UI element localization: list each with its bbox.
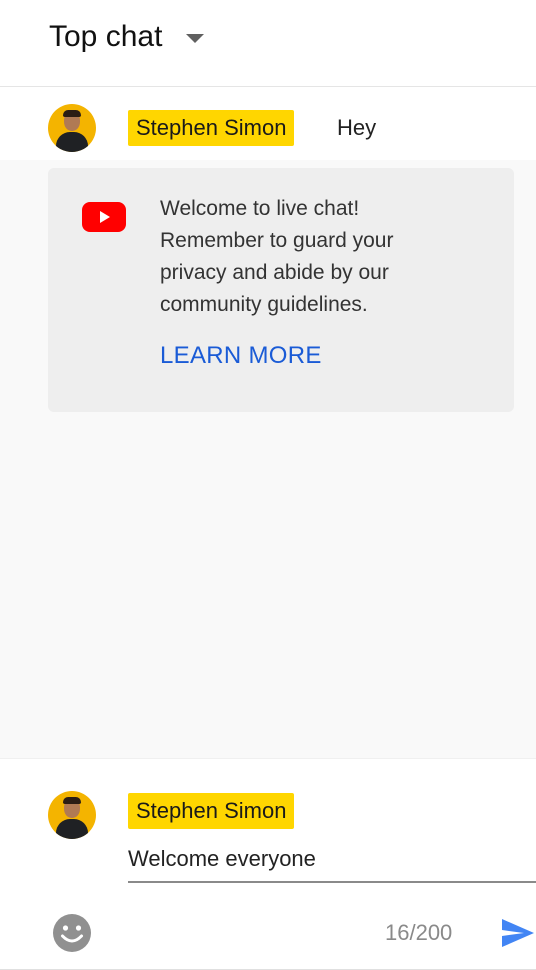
chat-input-value[interactable]: Welcome everyone <box>128 843 316 875</box>
youtube-icon <box>82 202 126 232</box>
character-counter: 16/200 <box>385 920 453 945</box>
chat-message: Stephen Simon Hey <box>0 90 536 158</box>
avatar-hair <box>63 797 81 804</box>
welcome-banner: Welcome to live chat! Remember to guard … <box>48 168 514 412</box>
chat-input[interactable]: Welcome everyone <box>128 843 536 883</box>
send-icon[interactable] <box>500 915 536 951</box>
caret-down-icon[interactable] <box>186 34 204 43</box>
avatar-body <box>56 819 88 839</box>
learn-more-link[interactable]: LEARN MORE <box>160 340 322 372</box>
chat-header: Top chat <box>0 0 536 87</box>
chat-mode-selector[interactable]: Top chat <box>49 20 162 54</box>
author-avatar[interactable] <box>48 104 96 152</box>
composer-avatar <box>48 791 96 839</box>
author-name[interactable]: Stephen Simon <box>128 110 295 146</box>
welcome-message: Welcome to live chat! Remember to guard … <box>160 197 394 316</box>
message-composer: Stephen Simon Welcome everyone 16/200 <box>0 758 536 970</box>
live-chat-panel: Top chat Stephen Simon Hey Welcome to li… <box>0 0 536 970</box>
chat-messages-area[interactable]: Welcome to live chat! Remember to guard … <box>0 160 536 758</box>
emoji-icon[interactable] <box>52 913 92 953</box>
avatar-hair <box>63 110 81 117</box>
message-text: Hey <box>337 115 377 140</box>
avatar-body <box>56 132 88 152</box>
composer-author-name: Stephen Simon <box>128 793 295 829</box>
